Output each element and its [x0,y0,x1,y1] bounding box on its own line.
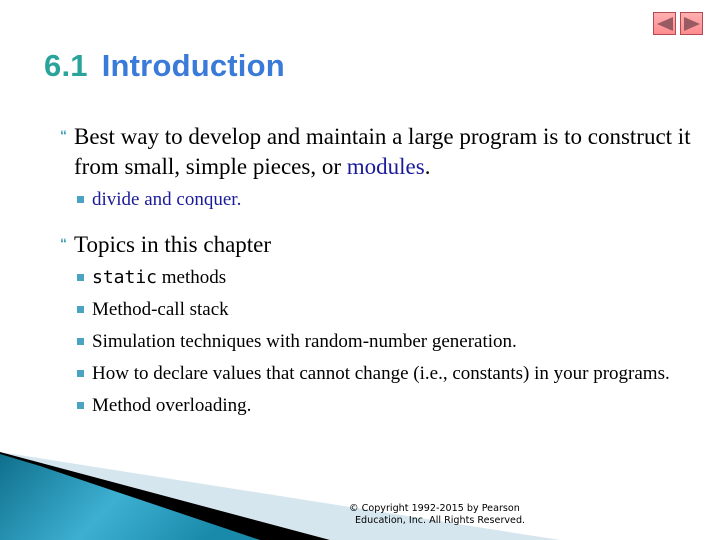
copyright-notice: © Copyright 1992-2015 by Pearson Educati… [349,503,525,527]
copyright-line-1: © Copyright 1992-2015 by Pearson [349,503,520,514]
decorative-swoosh [0,452,560,540]
copyright-line-2: Education, Inc. All Rights Reserved. [355,515,526,526]
